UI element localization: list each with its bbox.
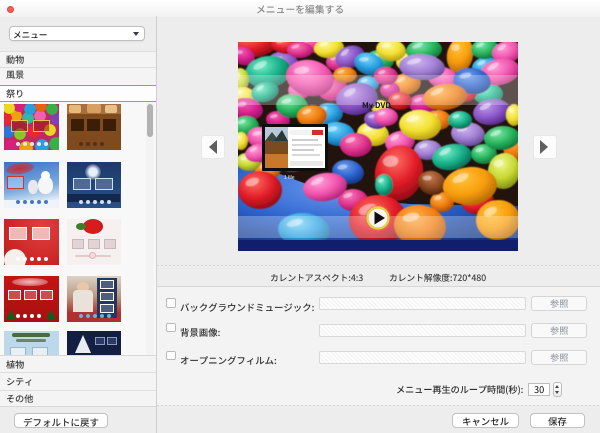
svg-text:1 file: 1 file (284, 175, 295, 181)
